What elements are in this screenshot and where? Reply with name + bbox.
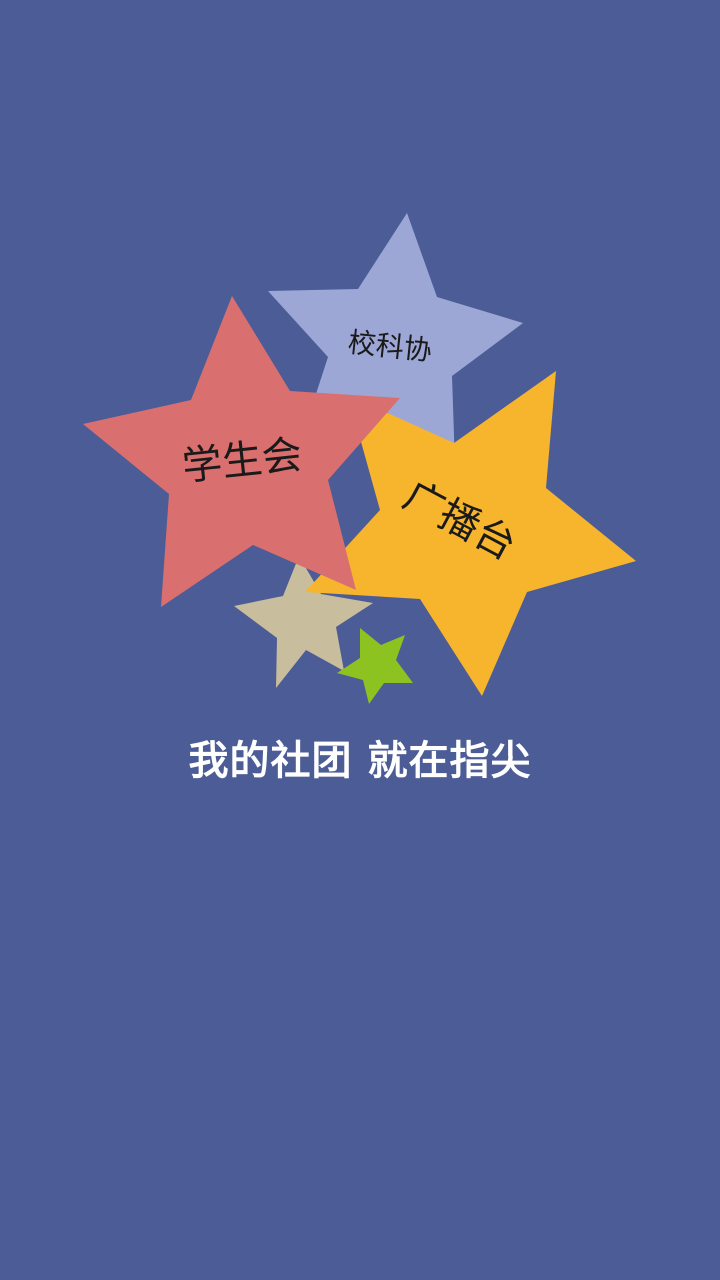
slogan-text: 我的社团 就在指尖 — [188, 738, 532, 784]
splash-screen: 校科协 广播台 学生会 我的社团 就在指尖 — [0, 0, 720, 1280]
star-green-icon — [337, 628, 413, 704]
club-stars-logo: 校科协 广播台 学生会 — [83, 213, 636, 704]
